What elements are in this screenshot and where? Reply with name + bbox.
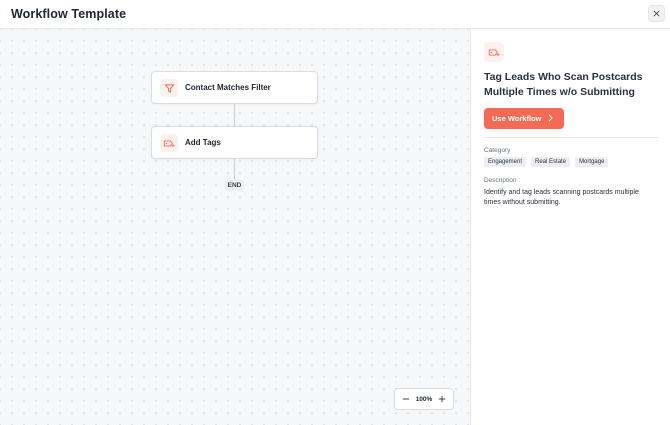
category-tag: Engagement [484,157,527,167]
node-connector [234,104,235,126]
plus-icon [438,395,446,403]
category-tag: Mortgage [575,157,609,167]
workflow-node-add-tags[interactable]: Add Tags [151,126,318,159]
node-label: Add Tags [185,138,221,147]
category-tag: Real Estate [531,157,571,167]
tag-icon [484,42,504,62]
category-tags: Engagement Real Estate Mortgage [484,157,609,167]
node-connector [234,159,235,180]
template-title: Tag Leads Who Scan Postcards Multiple Ti… [484,71,643,98]
modal-header: Workflow Template [0,0,670,29]
use-workflow-label: Use Workflow [492,114,542,123]
divider [484,137,659,138]
end-badge: END [225,180,244,191]
template-details-panel: Tag Leads Who Scan Postcards Multiple Ti… [472,29,670,425]
funnel-icon [160,79,178,97]
use-workflow-button[interactable]: Use Workflow [484,108,564,129]
category-label: Category [484,147,511,154]
zoom-in-button[interactable] [437,394,447,404]
zoom-out-button[interactable] [401,394,411,404]
chevron-right-icon [548,114,553,122]
modal-title: Workflow Template [11,7,127,21]
template-description: Identify and tag leads scanning postcard… [484,189,639,206]
tag-icon [160,134,178,152]
zoom-control: 100% [394,388,454,410]
node-label: Contact Matches Filter [185,83,271,92]
workflow-node-filter[interactable]: Contact Matches Filter [151,71,318,104]
minus-icon [402,398,410,400]
zoom-level: 100% [415,395,433,403]
close-button[interactable] [648,5,665,22]
close-icon [653,10,660,17]
description-label: Description [484,177,517,184]
